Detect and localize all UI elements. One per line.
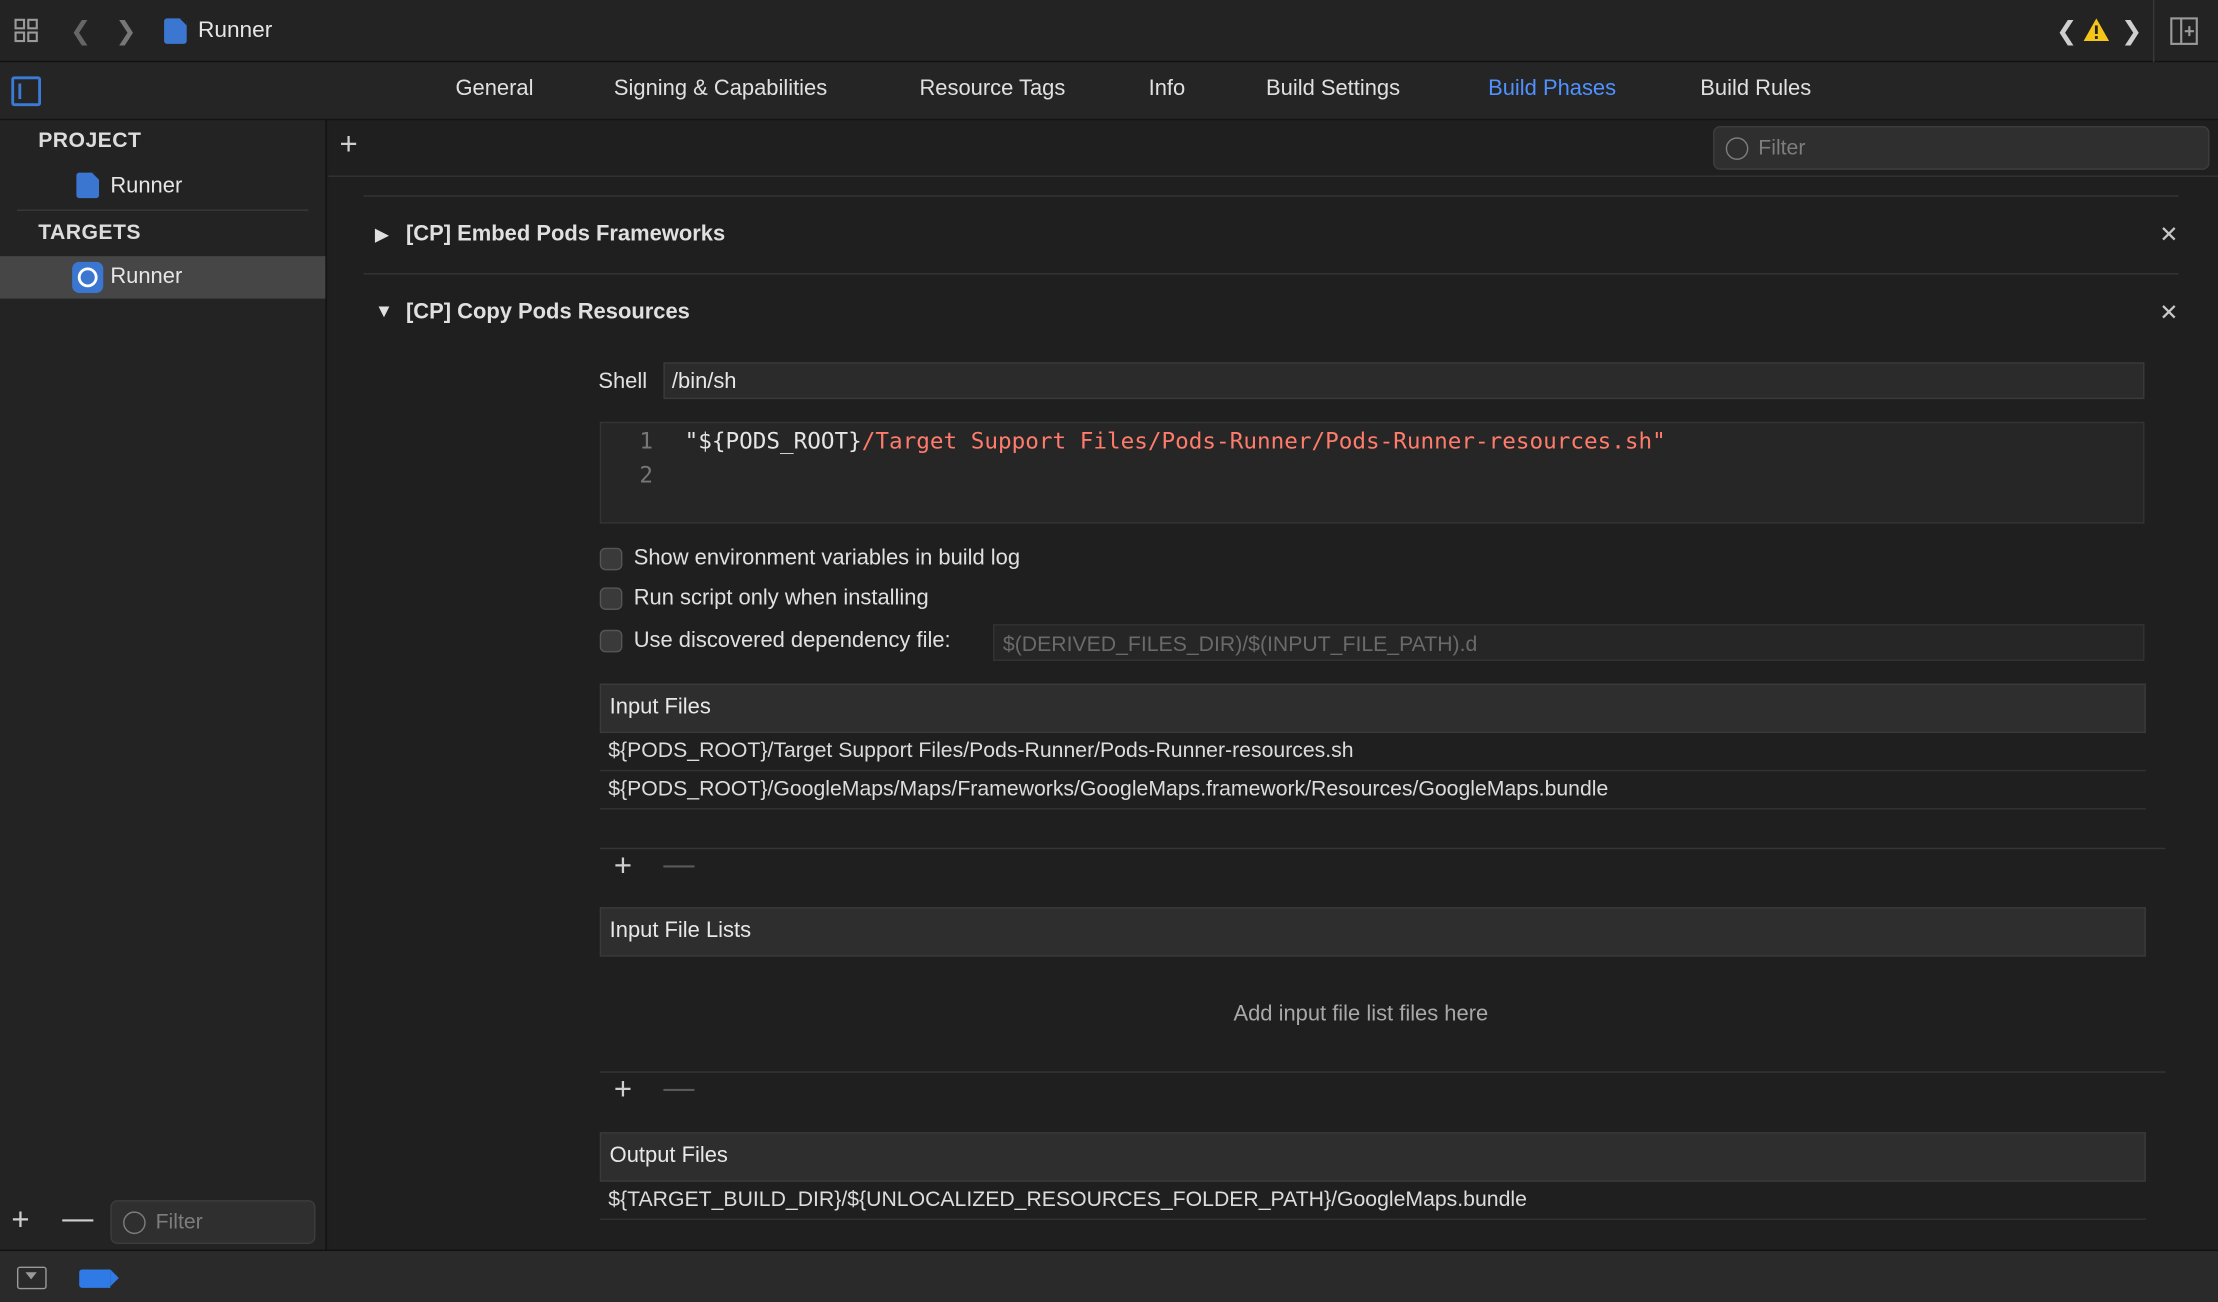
input-files-title: Input Files: [609, 694, 711, 719]
delete-phase-icon[interactable]: ✕: [2159, 299, 2178, 327]
run-only-installing-checkbox[interactable]: [599, 587, 623, 610]
input-file-path: ${PODS_ROOT}/GoogleMaps/Maps/Frameworks/…: [608, 776, 1609, 802]
input-file-path: ${PODS_ROOT}/Target Support Files/Pods-R…: [608, 738, 1354, 763]
warning-icon[interactable]: [2082, 17, 2110, 50]
toolbar-divider: [2152, 0, 2155, 63]
filter-placeholder: Filter: [1758, 135, 1806, 160]
add-build-phase-button[interactable]: +: [339, 126, 357, 163]
debug-bar: [0, 1249, 2218, 1302]
run-only-installing-label: Run script only when installing: [633, 585, 929, 610]
tab-build-phases[interactable]: Build Phases: [1488, 62, 1616, 116]
phase-title[interactable]: [CP] Embed Pods Frameworks: [406, 222, 725, 247]
sidebar-divider: [16, 209, 309, 211]
sidebar-item-project-runner[interactable]: Runner: [110, 174, 182, 199]
tab-general[interactable]: General: [455, 62, 533, 116]
breadcrumb-title[interactable]: Runner: [198, 0, 272, 62]
project-section-header: PROJECT: [38, 128, 142, 153]
output-files-header: Output Files: [599, 1132, 2146, 1182]
tab-resource-tags[interactable]: Resource Tags: [919, 62, 1065, 116]
project-targets-sidebar: PROJECT Runner TARGETS Runner + — Filter: [0, 120, 327, 1250]
tab-info[interactable]: Info: [1149, 62, 1186, 116]
section-divider: [599, 1071, 2166, 1073]
hide-debug-area-icon[interactable]: [16, 1266, 47, 1290]
script-variable-text: "${PODS_ROOT}: [684, 427, 862, 455]
add-input-file-button[interactable]: +: [614, 848, 632, 885]
hide-navigator-icon[interactable]: [11, 76, 42, 107]
line-number: 2: [639, 461, 654, 489]
tab-build-rules[interactable]: Build Rules: [1700, 62, 1811, 116]
targets-section-header: TARGETS: [38, 220, 141, 245]
input-file-lists-title: Input File Lists: [609, 918, 752, 943]
sidebar-filter-field[interactable]: Filter: [110, 1200, 316, 1244]
use-dependency-file-label: Use discovered dependency file:: [633, 628, 951, 653]
script-line-1: "${PODS_ROOT}/Target Support Files/Pods-…: [685, 427, 1666, 454]
list-item[interactable]: ${TARGET_BUILD_DIR}/${UNLOCALIZED_RESOUR…: [599, 1182, 2146, 1220]
section-divider: [599, 847, 2166, 850]
phase-title[interactable]: [CP] Copy Pods Resources: [406, 300, 690, 325]
filter-icon: [1725, 137, 1749, 160]
tab-signing-capabilities[interactable]: Signing & Capabilities: [614, 62, 827, 116]
input-files-header: Input Files: [599, 683, 2146, 734]
remove-input-file-button[interactable]: —: [663, 846, 694, 883]
output-file-path: ${TARGET_BUILD_DIR}/${UNLOCALIZED_RESOUR…: [608, 1187, 1527, 1212]
show-env-vars-label: Show environment variables in build log: [633, 546, 1021, 571]
sidebar-item-label: Runner: [110, 264, 183, 289]
remove-input-file-list-button[interactable]: —: [663, 1070, 694, 1107]
shell-label: Shell: [598, 369, 648, 394]
next-issue-icon[interactable]: ❯: [2113, 0, 2150, 62]
shell-value: /bin/sh: [671, 369, 737, 394]
app-target-icon: [72, 261, 104, 293]
add-input-file-list-button[interactable]: +: [614, 1071, 632, 1108]
input-file-lists-header: Input File Lists: [599, 907, 2146, 957]
build-phase-copy-pods-resources[interactable]: ▼ [CP] Copy Pods Resources ✕: [364, 276, 2179, 352]
remove-target-button[interactable]: —: [62, 1200, 93, 1237]
dependency-file-field[interactable]: $(DERIVED_FILES_DIR)/$(INPUT_FILE_PATH).…: [993, 624, 2145, 661]
add-target-button[interactable]: +: [11, 1202, 29, 1239]
phase-divider: [363, 195, 2179, 197]
build-phases-toolbar: + Filter: [328, 120, 2218, 177]
project-file-icon: [76, 172, 100, 199]
use-dependency-file-checkbox[interactable]: [599, 629, 623, 653]
forward-arrow-icon[interactable]: ❯: [108, 0, 145, 62]
editor-tab-bar: General Signing & Capabilities Resource …: [0, 62, 2218, 121]
list-item[interactable]: ${PODS_ROOT}/Target Support Files/Pods-R…: [599, 733, 2146, 772]
build-phase-embed-pods[interactable]: ▶ [CP] Embed Pods Frameworks ✕: [363, 198, 2178, 275]
window-toolbar: ❮ ❯ Runner ❮ ❯: [0, 0, 2218, 63]
list-item-empty[interactable]: [600, 810, 2146, 848]
sidebar-filter-placeholder: Filter: [155, 1210, 203, 1235]
disclosure-expanded-icon[interactable]: ▼: [375, 300, 393, 321]
tab-build-settings[interactable]: Build Settings: [1266, 62, 1400, 116]
previous-issue-icon[interactable]: ❮: [2048, 0, 2085, 62]
script-editor[interactable]: 1 2 "${PODS_ROOT}/Target Support Files/P…: [599, 421, 2145, 524]
back-arrow-icon[interactable]: ❮: [62, 0, 99, 62]
input-file-lists-empty-hint: Add input file list files here: [1233, 1001, 1489, 1027]
breakpoints-toggle-icon[interactable]: [79, 1269, 119, 1288]
project-file-icon: [164, 18, 187, 44]
output-files-title: Output Files: [609, 1143, 728, 1168]
shell-field[interactable]: /bin/sh: [663, 362, 2145, 400]
show-env-vars-checkbox[interactable]: [599, 547, 623, 571]
line-number: 1: [639, 427, 654, 455]
filter-icon: [123, 1211, 146, 1235]
build-phases-filter-field[interactable]: Filter: [1713, 125, 2210, 170]
script-string-text: /Target Support Files/Pods-Runner/Pods-R…: [861, 427, 1666, 455]
disclosure-collapsed-icon[interactable]: ▶: [375, 224, 389, 247]
delete-phase-icon[interactable]: ✕: [2159, 221, 2178, 249]
dependency-file-placeholder: $(DERIVED_FILES_DIR)/$(INPUT_FILE_PATH).…: [1002, 632, 1478, 657]
sidebar-item-target-runner[interactable]: Runner: [0, 256, 326, 299]
add-editor-icon[interactable]: [2170, 17, 2198, 52]
related-items-grid-icon[interactable]: [8, 0, 45, 68]
list-item[interactable]: ${PODS_ROOT}/GoogleMaps/Maps/Frameworks/…: [599, 771, 2146, 810]
